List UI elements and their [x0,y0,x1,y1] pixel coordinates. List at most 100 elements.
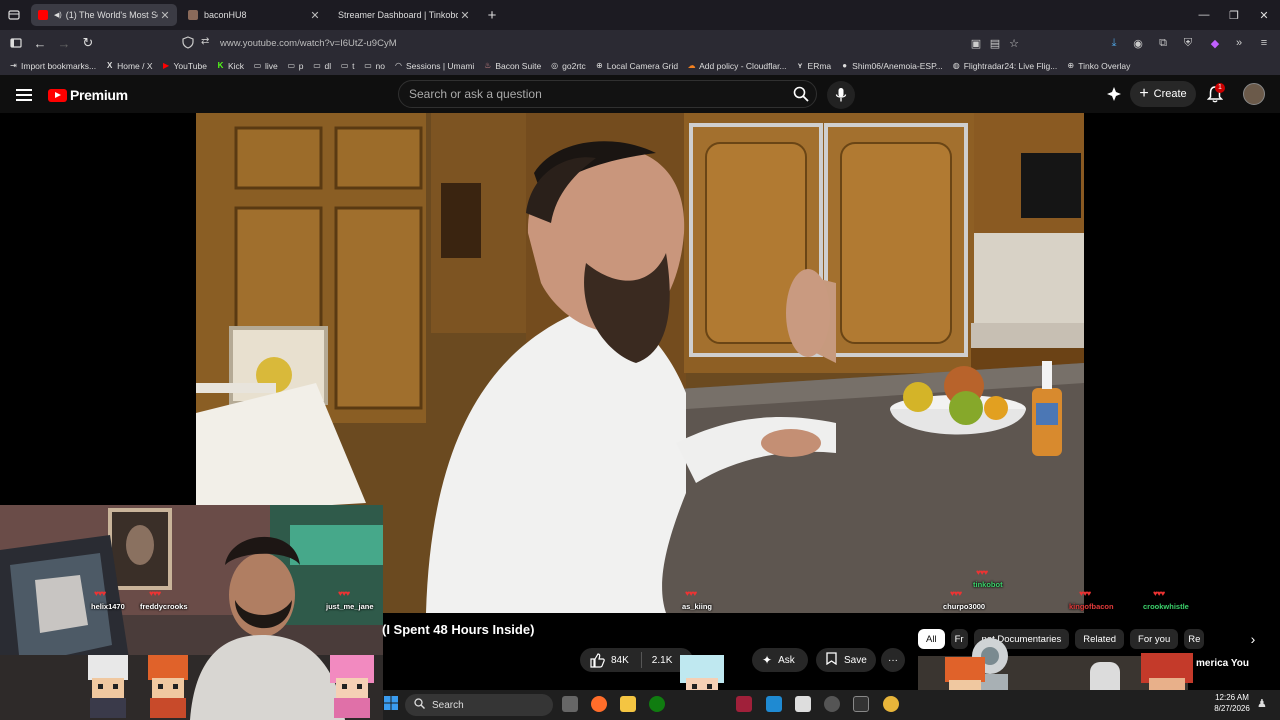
search-icon[interactable] [793,86,809,102]
close-window-button[interactable]: ✕ [1248,0,1280,30]
chip-related[interactable]: Related [1075,629,1125,649]
bookmark-item[interactable]: ☁ Add policy - Cloudflar... [687,60,787,71]
bookmark-item[interactable]: ▶ YouTube [162,61,207,71]
chip-re[interactable]: Re [1184,629,1205,649]
search-input[interactable] [409,87,769,101]
bookmark-item[interactable]: ⊕ Local Camera Grid [595,61,678,71]
obs-icon[interactable] [824,696,840,712]
taskbar-clock[interactable]: 12:26 AM 8/27/2026 [1208,692,1256,714]
close-tab-icon[interactable]: ✕ [458,9,472,22]
overflow-chevron-icon[interactable]: » [1231,35,1247,51]
bookmark-item[interactable]: ⊕ Tinko Overlay [1066,61,1130,71]
file-explorer-icon[interactable] [620,696,636,712]
bookmark-item[interactable]: K Kick [216,61,244,71]
new-tab-button[interactable]: + [484,7,500,24]
restore-button[interactable]: ❐ [1218,0,1250,30]
bookmark-item[interactable]: ⇥ Import bookmarks... [9,61,96,71]
tab-baconhu8[interactable]: baconHU8 ✕ [181,4,327,26]
tab-overview-icon[interactable] [6,7,22,23]
save-button[interactable]: Save [816,648,876,672]
voice-search-button[interactable] [827,81,855,109]
windows-start-icon[interactable] [384,696,398,710]
video-title: (I Spent 48 Hours Inside) [382,622,535,637]
download-icon[interactable]: ⤓ [1106,35,1122,51]
ask-button[interactable]: ✦ Ask [752,648,808,672]
menu-icon[interactable]: ≡ [1256,35,1272,51]
reload-icon[interactable]: ↻ [80,35,96,51]
bookmark-folder[interactable]: ▭ live [253,61,278,71]
bookmark-folder[interactable]: ▭ dl [313,60,332,71]
chrome-icon[interactable] [883,696,899,712]
bookmark-label: ERma [807,60,832,71]
extensions-icon[interactable]: ⧉ [1155,35,1171,51]
globe-icon: ⊕ [1067,61,1075,70]
bookmark-label: t [352,60,355,71]
create-button[interactable]: + Create [1130,81,1196,107]
tab-youtube-video[interactable]: ◀) (1) The World's Most Secret ✕ [31,4,177,26]
vscode-icon[interactable] [766,696,782,712]
notification-count-badge: 1 [1215,83,1225,93]
more-actions-button[interactable]: ··· [881,648,905,672]
bookmark-folder[interactable]: ▭ p [287,61,304,71]
address-bar[interactable]: ⇄ www.youtube.com/watch?v=I6UtZ-u9CyM [176,33,1026,53]
shield-icon[interactable] [182,36,194,54]
bookmark-item[interactable]: ● Shim06/Anemoia-ESP... [840,61,942,71]
import-icon: ⇥ [10,61,17,70]
task-view-icon[interactable] [562,696,578,712]
bookmark-item[interactable]: X Home / X [105,61,153,71]
site-settings-icon[interactable]: ⇄ [201,36,209,47]
sparkle-icon[interactable] [1105,86,1123,102]
window-app-icon[interactable] [795,696,811,712]
bookmark-item[interactable]: ʏ ERma [796,60,832,71]
bookmark-folder[interactable]: ▭ no [364,61,385,71]
divider [640,652,642,668]
chip-all[interactable]: All [918,629,945,649]
tab-streamer-dashboard[interactable]: Streamer Dashboard | Tinkobot ✕ [331,4,477,26]
youtube-favicon-icon [38,10,48,20]
forward-arrow-icon[interactable]: → [56,35,72,51]
cloudflare-icon: ☁ [687,61,696,70]
voicemeeter-icon[interactable] [736,696,752,712]
comment-count: 2.1K [651,654,673,666]
extension-icon[interactable]: ◆ [1207,35,1223,51]
chevron-right-icon[interactable]: › [1244,631,1262,649]
reader-view-icon[interactable]: ▤ [987,35,1003,51]
recommended-video-title[interactable]: merica You [1196,658,1249,669]
notification-center-icon[interactable]: ♟ [1257,697,1269,711]
bookmark-star-icon[interactable]: ☆ [1006,35,1022,51]
bookmark-item[interactable]: ♨ Bacon Suite [483,61,541,71]
bookmark-label: dl [324,60,332,71]
chat-username: kingofbacon [1069,602,1114,611]
ublock-icon[interactable]: ⛨ [1180,35,1196,51]
sidebar-toggle-icon[interactable] [8,35,24,51]
chat-avatar-sprite [88,655,128,718]
youtube-play-logo-icon [48,88,67,102]
minimize-button[interactable]: — [1188,0,1220,30]
bookmark-label: Add policy - Cloudflar... [699,60,787,71]
browser-tab-strip: ◀) (1) The World's Most Secret ✕ baconHU… [0,0,1280,30]
like-button[interactable]: 84K [590,652,629,668]
taskbar-search-box[interactable]: Search [405,694,553,716]
firefox-icon[interactable] [591,696,607,712]
bookmark-folder[interactable]: ▭ t [340,60,355,71]
search-box [398,80,817,108]
close-tab-icon[interactable]: ✕ [308,9,322,22]
bookmark-item[interactable]: ◠ Sessions | Umami [394,61,474,71]
chip-for-you[interactable]: For you [1130,629,1179,649]
bookmark-item[interactable]: ◎ go2rtc [550,61,586,71]
hearts-indicator: ♥♥♥ [1153,589,1165,598]
close-tab-icon[interactable]: ✕ [158,9,172,22]
hamburger-menu-icon[interactable] [16,86,32,102]
youtube-logo[interactable]: Premium [48,87,128,103]
hearts-indicator: ♥♥♥ [685,589,697,598]
avatar[interactable] [1243,83,1265,105]
chat-username: as_kiing [682,602,713,611]
picture-in-picture-icon[interactable]: ▣ [968,35,984,51]
speaker-icon[interactable]: ◀) [54,11,62,19]
xbox-icon[interactable] [649,696,665,712]
bookmark-label: Sessions | Umami [405,60,475,71]
account-icon[interactable]: ◉ [1130,35,1146,51]
bookmark-item[interactable]: ◍ Flightradar24: Live Flig... [952,61,1058,71]
back-arrow-icon[interactable]: ← [32,35,48,51]
terminal-icon[interactable] [853,696,869,712]
